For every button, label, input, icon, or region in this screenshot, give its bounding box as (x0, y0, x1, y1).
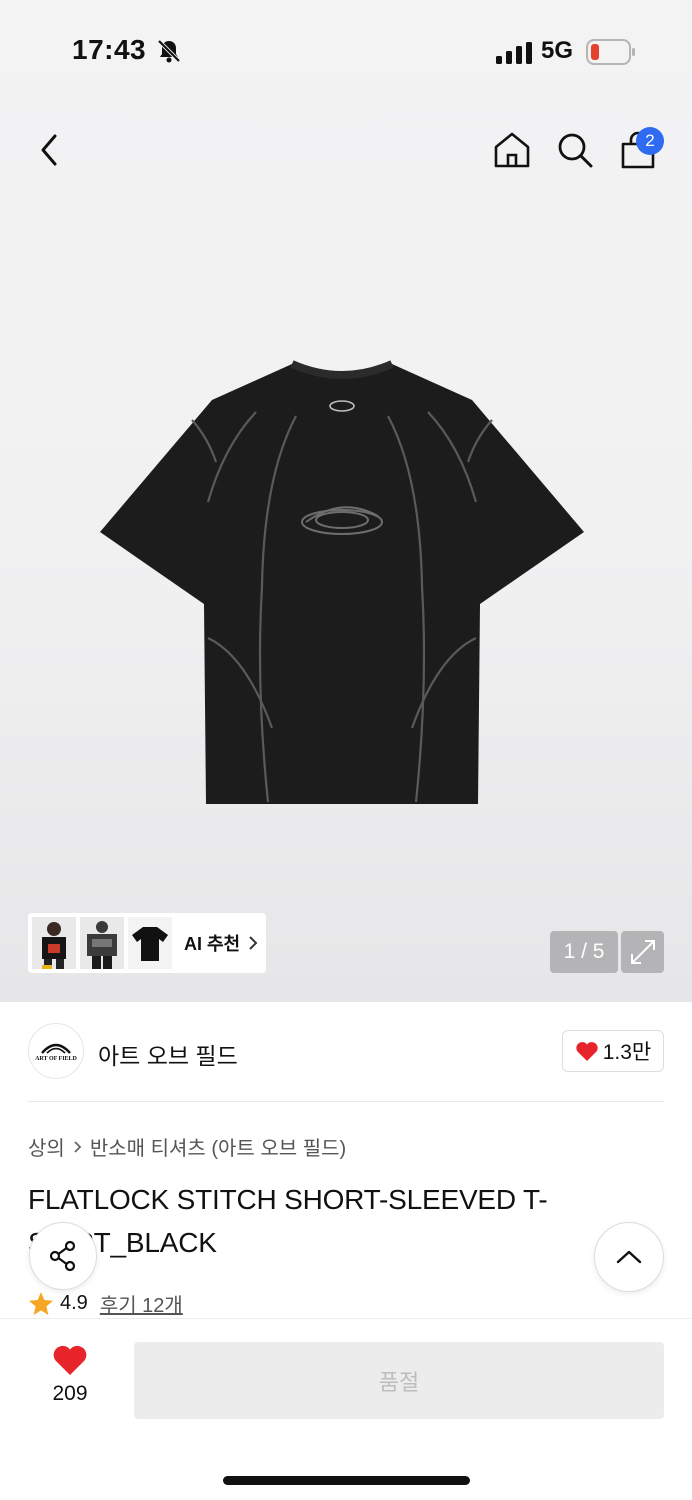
chevron-up-icon (616, 1250, 642, 1264)
star-icon (29, 1291, 53, 1315)
share-icon (49, 1240, 76, 1272)
breadcrumb-category[interactable]: 상의 (28, 1132, 65, 1161)
expand-button[interactable] (621, 931, 664, 973)
brand-name[interactable]: 아트 오브 필드 (98, 1037, 238, 1071)
brand-logo-text: ART OF FIELD (35, 1055, 77, 1062)
scroll-top-button[interactable] (594, 1222, 664, 1292)
bell-off-icon (157, 39, 181, 63)
rating-value: 4.9 (60, 1292, 88, 1314)
expand-icon (630, 940, 655, 964)
share-button[interactable] (29, 1222, 97, 1290)
network-label: 5G (541, 37, 574, 64)
search-icon (558, 133, 593, 168)
brand-logo[interactable]: ART OF FIELD (28, 1023, 84, 1079)
ai-recommend-label: AI 추천 (184, 934, 241, 954)
search-button[interactable] (551, 126, 599, 174)
breadcrumb: 상의 반소매 티셔츠 (아트 오브 필드) (28, 1132, 346, 1161)
product-title: FLATLOCK STITCH SHORT-SLEEVED T-SHIRT_BL… (28, 1184, 548, 1258)
breadcrumb-subcategory[interactable]: 반소매 티셔츠 (아트 오브 필드) (90, 1132, 346, 1161)
chevron-left-icon (41, 134, 57, 166)
brand-like-button[interactable]: 1.3만 (562, 1030, 664, 1072)
heart-icon (576, 1042, 598, 1061)
brand-like-count: 1.3만 (602, 1041, 652, 1064)
brand-logo-icon (41, 1043, 71, 1054)
wishlist-button[interactable]: 209 (40, 1344, 100, 1414)
ai-thumb-3[interactable] (128, 917, 172, 969)
home-button[interactable] (488, 126, 536, 174)
image-counter: 1 / 5 (550, 931, 618, 973)
product-image[interactable] (96, 356, 588, 812)
sold-out-button[interactable]: 품절 (134, 1342, 664, 1419)
rating-row: 4.9 후기 12개 (28, 1289, 183, 1318)
heart-icon (53, 1345, 87, 1375)
ai-thumb-2[interactable] (80, 917, 124, 969)
person-icon (87, 921, 117, 969)
person-icon (42, 922, 66, 969)
battery-icon (586, 39, 635, 65)
signal-icon (496, 42, 532, 64)
wishlist-count: 209 (52, 1382, 88, 1405)
status-time: 17:43 (72, 34, 147, 65)
ai-thumb-1[interactable] (32, 917, 76, 969)
cart-count-badge: 2 (636, 127, 664, 155)
review-link[interactable]: 후기 12개 (100, 1289, 183, 1318)
divider (28, 1101, 664, 1102)
tshirt-icon (132, 927, 168, 961)
ai-recommend-strip[interactable]: AI 추천 (28, 913, 266, 973)
home-icon (494, 132, 530, 168)
chevron-right-icon (249, 936, 258, 950)
home-indicator (223, 1476, 470, 1485)
chevron-right-icon (74, 1140, 82, 1153)
back-button[interactable] (26, 126, 74, 174)
